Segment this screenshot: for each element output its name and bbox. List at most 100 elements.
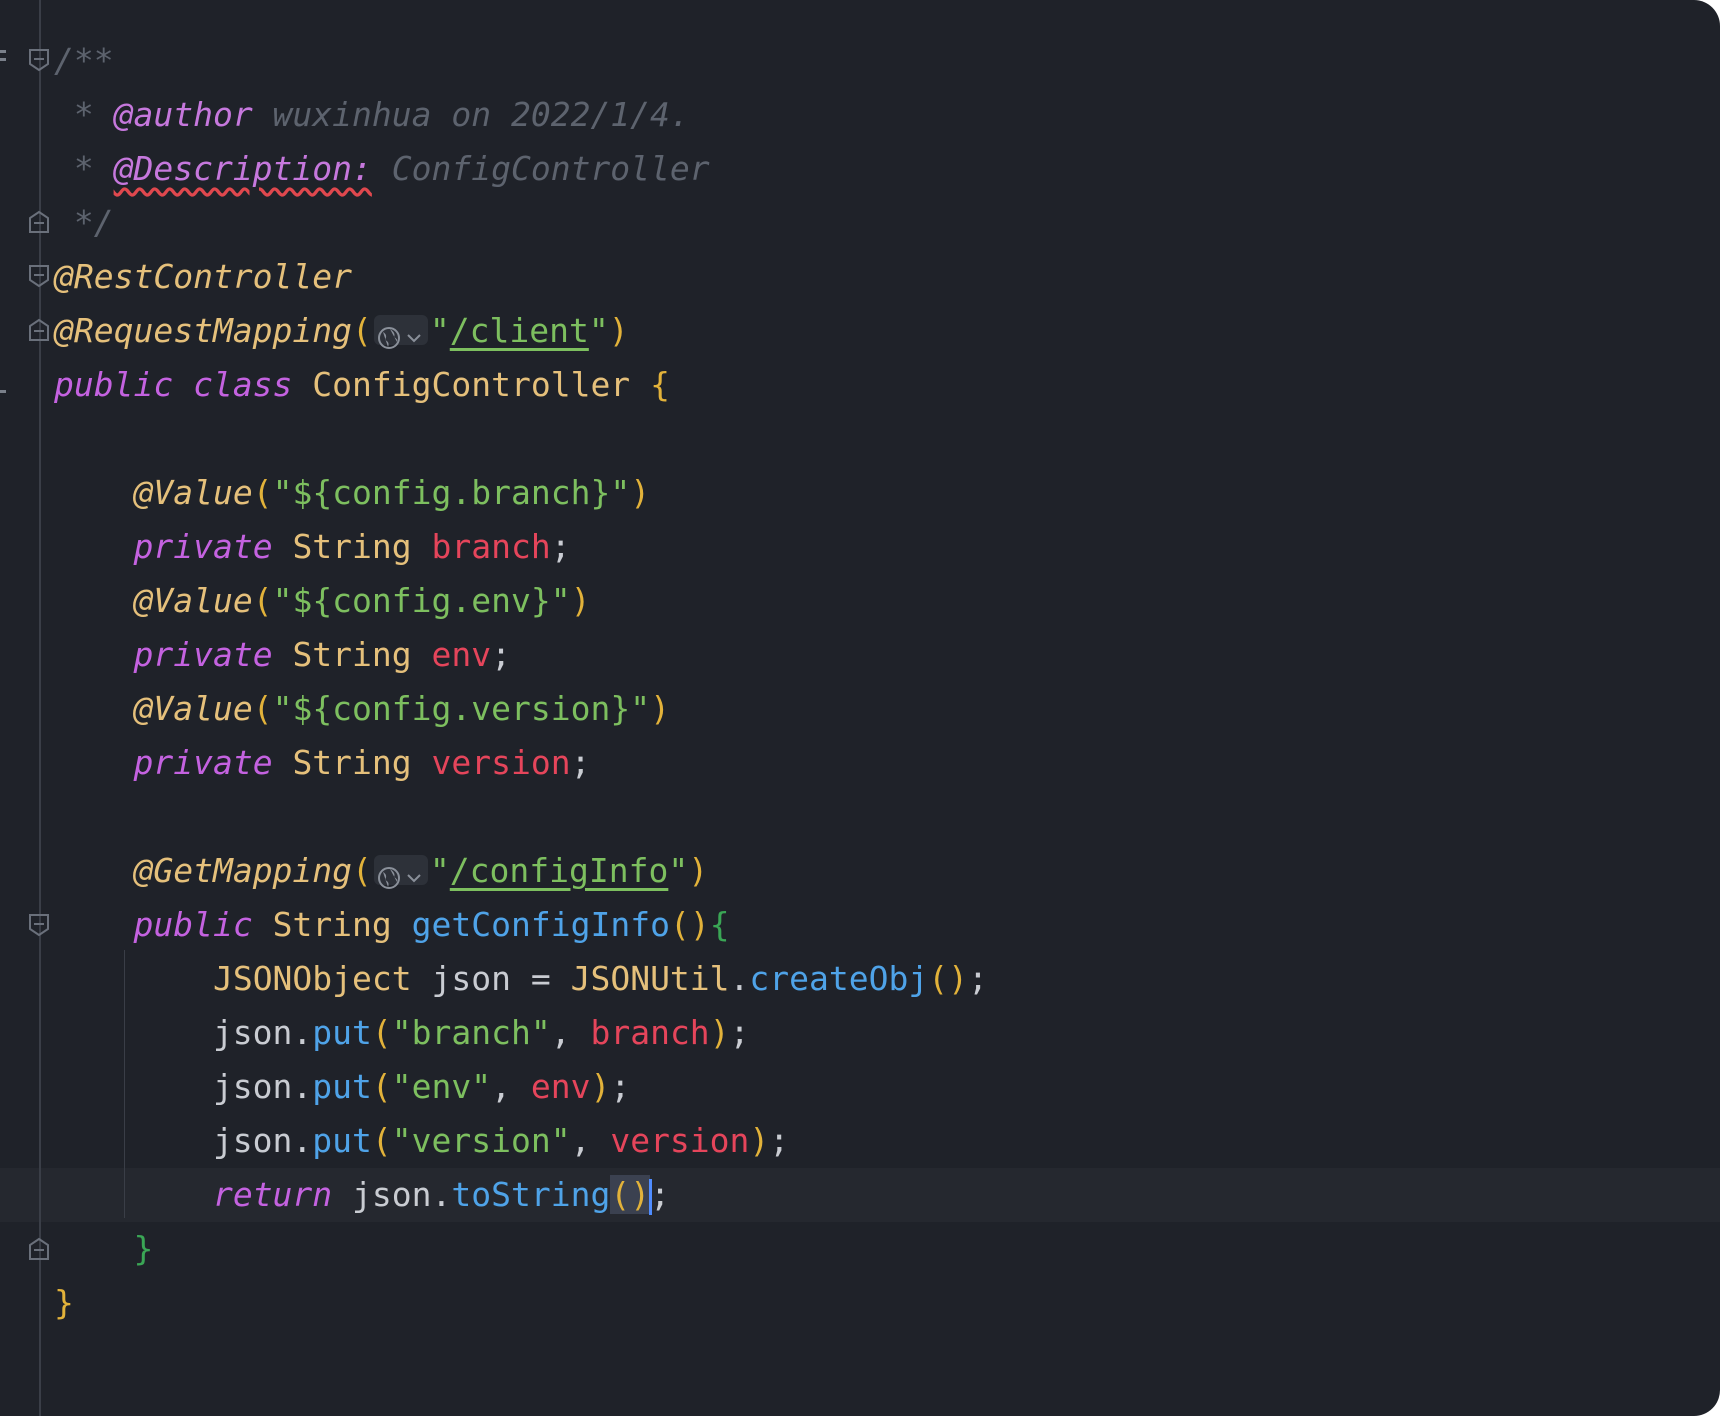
code-line[interactable]: @RestController bbox=[54, 250, 988, 304]
type-name: JSONObject bbox=[212, 959, 412, 998]
code-line[interactable]: * @author wuxinhua on 2022/1/4. bbox=[54, 88, 988, 142]
paren: ( bbox=[371, 1121, 392, 1160]
code-line[interactable]: private String branch; bbox=[54, 520, 988, 574]
brace: { bbox=[650, 365, 670, 404]
javadoc-tag: @author bbox=[113, 95, 253, 134]
paren: () bbox=[669, 905, 710, 944]
code-line[interactable]: * @Description: ConfigController bbox=[54, 142, 988, 196]
code-line[interactable] bbox=[54, 790, 988, 844]
code-text: ; bbox=[967, 959, 988, 998]
fold-end-icon[interactable] bbox=[28, 210, 50, 234]
code-text: ; bbox=[550, 527, 571, 566]
code-text: json. bbox=[332, 1175, 452, 1214]
method-name: getConfigInfo bbox=[411, 905, 670, 944]
field-name: branch bbox=[431, 527, 551, 566]
code-line[interactable]: @GetMapping("/configInfo") bbox=[54, 844, 988, 898]
paren: ( bbox=[371, 1067, 392, 1106]
javadoc-tag-error: @Description: bbox=[113, 149, 372, 188]
code-line[interactable]: */ bbox=[54, 196, 988, 250]
code-line[interactable]: private String version; bbox=[54, 736, 988, 790]
code-line[interactable]: json.put("version", version); bbox=[54, 1114, 988, 1168]
paren-highlight: () bbox=[610, 1175, 651, 1214]
string-literal: " bbox=[668, 851, 689, 890]
code-text: json = bbox=[411, 959, 571, 998]
code-line[interactable]: @Value("${config.branch}") bbox=[54, 466, 988, 520]
paren: ( bbox=[371, 1013, 392, 1052]
fold-end-icon[interactable] bbox=[28, 1237, 50, 1261]
annotation: @Value bbox=[133, 689, 253, 728]
string-literal: " bbox=[429, 311, 450, 350]
fold-marker-icon[interactable] bbox=[28, 264, 50, 288]
brace: } bbox=[54, 1283, 74, 1322]
code-editor[interactable]: /** * @author wuxinhua on 2022/1/4. * @D… bbox=[0, 0, 1720, 1416]
keyword: private bbox=[133, 527, 273, 566]
paren: () bbox=[928, 959, 968, 998]
code-line[interactable]: @Value("${config.env}") bbox=[54, 574, 988, 628]
field-name: env bbox=[530, 1067, 591, 1106]
comment-text: /** bbox=[54, 41, 114, 80]
gutter-mark bbox=[0, 50, 6, 53]
paren: ) bbox=[608, 311, 629, 350]
code-text: , bbox=[550, 1013, 591, 1052]
url-path-link[interactable]: /configInfo bbox=[450, 851, 669, 890]
code-line[interactable] bbox=[54, 412, 988, 466]
paren: ( bbox=[352, 311, 372, 350]
string-literal: "${config.branch}" bbox=[272, 473, 631, 512]
code-line[interactable]: return json.toString(); bbox=[54, 1168, 988, 1222]
code-line[interactable]: public String getConfigInfo(){ bbox=[54, 898, 988, 952]
code-text: ; bbox=[729, 1013, 750, 1052]
paren: ) bbox=[709, 1013, 730, 1052]
code-line[interactable]: @Value("${config.version}") bbox=[54, 682, 988, 736]
code-line[interactable]: private String env; bbox=[54, 628, 988, 682]
code-lines[interactable]: /** * @author wuxinhua on 2022/1/4. * @D… bbox=[54, 34, 988, 1330]
code-text: , bbox=[570, 1121, 611, 1160]
method-name: toString bbox=[451, 1175, 611, 1214]
fold-marker-icon[interactable] bbox=[28, 48, 50, 72]
paren: ) bbox=[650, 689, 670, 728]
code-line[interactable]: JSONObject json = JSONUtil.createObj(); bbox=[54, 952, 988, 1006]
globe-icon[interactable] bbox=[373, 854, 428, 889]
string-literal: "branch" bbox=[391, 1013, 551, 1052]
globe-icon[interactable] bbox=[373, 314, 428, 349]
paren: ) bbox=[570, 581, 591, 620]
brace: } bbox=[133, 1229, 154, 1268]
string-literal: "${config.env}" bbox=[272, 581, 571, 620]
keyword: return bbox=[212, 1175, 333, 1214]
code-text: ; bbox=[769, 1121, 790, 1160]
type-name: String bbox=[292, 743, 412, 782]
code-line[interactable]: @RequestMapping("/client") bbox=[54, 304, 988, 358]
paren: ) bbox=[749, 1121, 770, 1160]
fold-end-icon[interactable] bbox=[28, 318, 50, 342]
annotation: @Value bbox=[133, 581, 253, 620]
code-text: json. bbox=[54, 1013, 313, 1052]
code-line[interactable]: } bbox=[54, 1222, 988, 1276]
type-name: String bbox=[292, 527, 412, 566]
code-text: json. bbox=[54, 1121, 313, 1160]
code-line[interactable]: json.put("branch", branch); bbox=[54, 1006, 988, 1060]
fold-marker-icon[interactable] bbox=[28, 913, 50, 937]
code-line[interactable]: public class ConfigController { bbox=[54, 358, 988, 412]
field-name: env bbox=[431, 635, 492, 674]
url-path-link[interactable]: /client bbox=[450, 311, 589, 350]
type-name: ConfigController bbox=[312, 365, 631, 404]
code-text: . bbox=[729, 959, 750, 998]
paren: ) bbox=[630, 473, 651, 512]
code-line[interactable]: json.put("env", env); bbox=[54, 1060, 988, 1114]
string-literal: "version" bbox=[391, 1121, 571, 1160]
code-text: json. bbox=[54, 1067, 313, 1106]
code-line[interactable]: } bbox=[54, 1276, 988, 1330]
code-line[interactable]: /** bbox=[54, 34, 988, 88]
